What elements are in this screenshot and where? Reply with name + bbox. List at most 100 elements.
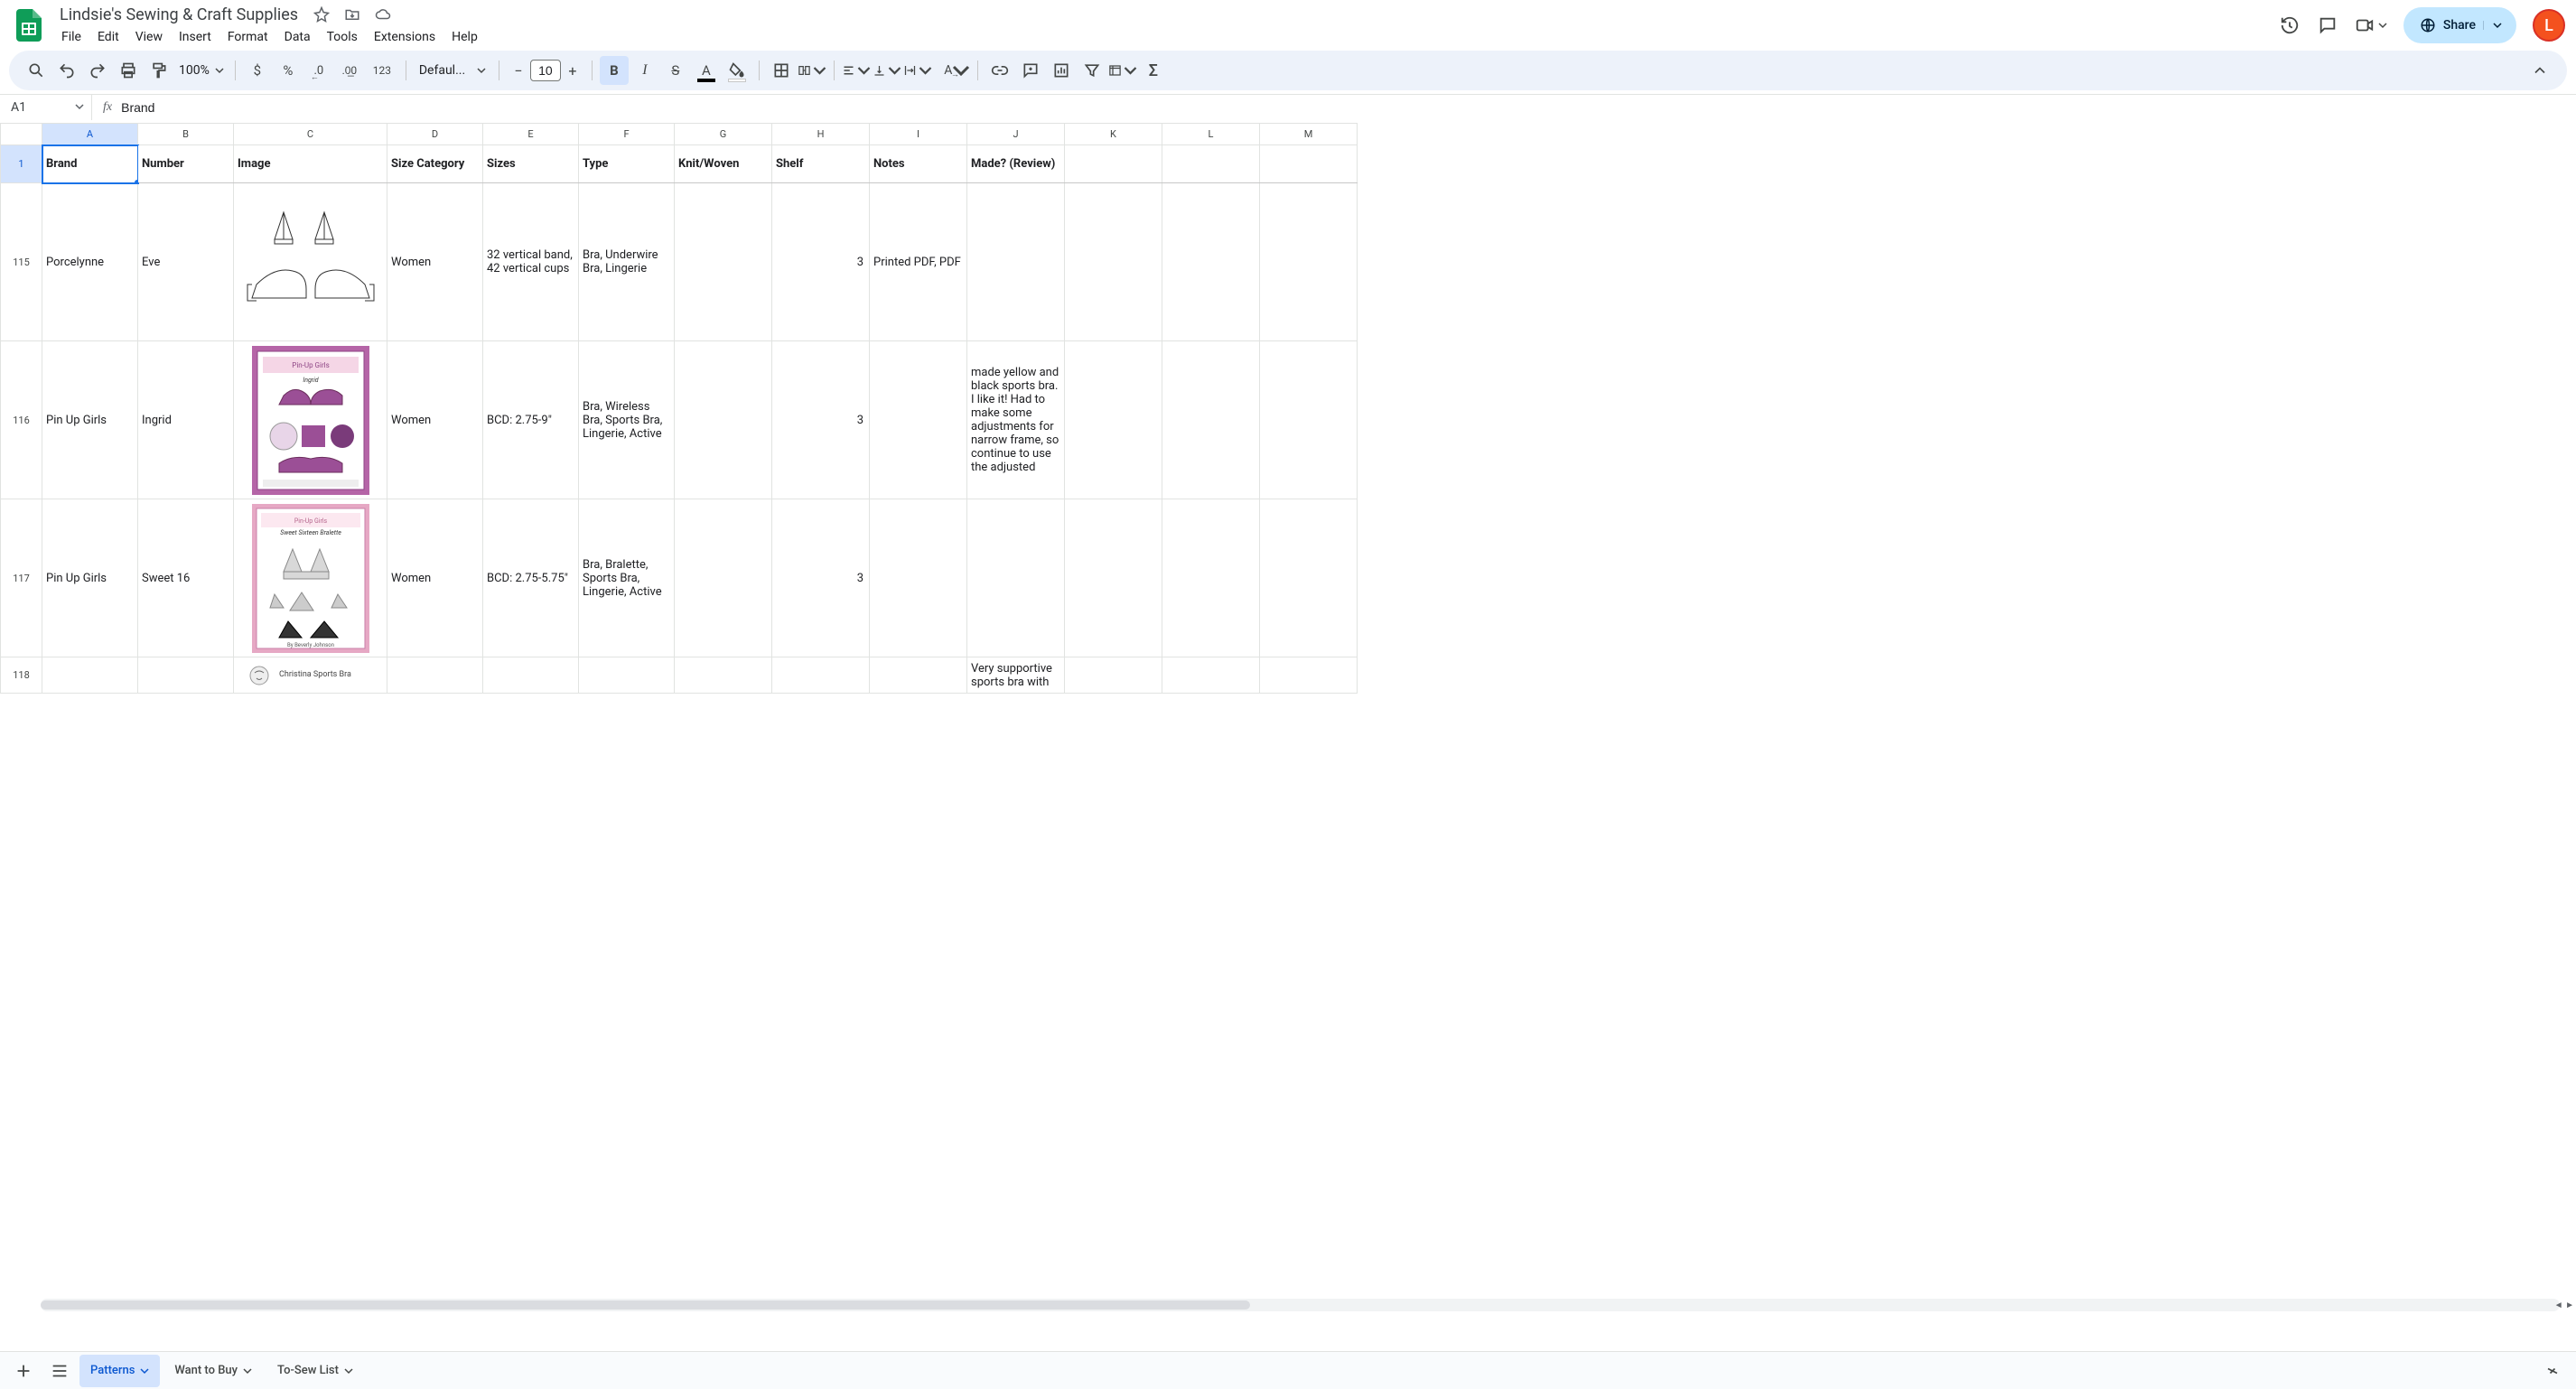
- cell-G117[interactable]: [675, 499, 772, 657]
- column-header-I[interactable]: I: [870, 124, 967, 145]
- collapse-toolbar-icon[interactable]: [2525, 56, 2554, 85]
- increase-font-button[interactable]: +: [561, 56, 584, 85]
- cell-E118[interactable]: [483, 657, 579, 694]
- cell-F117[interactable]: Bra, Bralette, Sports Bra, Lingerie, Act…: [579, 499, 675, 657]
- cell-J116[interactable]: made yellow and black sports bra. I like…: [967, 341, 1065, 499]
- cell-L1[interactable]: [1162, 145, 1260, 183]
- cell-K116[interactable]: [1065, 341, 1162, 499]
- redo-icon[interactable]: [83, 56, 112, 85]
- cell-L118[interactable]: [1162, 657, 1260, 694]
- menu-format[interactable]: Format: [220, 26, 275, 48]
- cell-H117[interactable]: 3: [772, 499, 870, 657]
- cell-B117[interactable]: Sweet 16: [138, 499, 234, 657]
- row-header-1[interactable]: 1: [1, 145, 42, 183]
- fill-color-button[interactable]: [723, 56, 751, 85]
- cell-K1[interactable]: [1065, 145, 1162, 183]
- meet-button[interactable]: [2355, 15, 2387, 35]
- account-avatar[interactable]: L: [2533, 9, 2565, 42]
- spreadsheet-grid[interactable]: ABCDEFGHIJKLM1BrandNumberImageSize Categ…: [0, 123, 2576, 1351]
- cloud-status-icon[interactable]: [372, 4, 394, 25]
- cell-E117[interactable]: BCD: 2.75-5.75": [483, 499, 579, 657]
- cell-C1[interactable]: Image: [234, 145, 387, 183]
- cell-G116[interactable]: [675, 341, 772, 499]
- borders-button[interactable]: [767, 56, 796, 85]
- insert-comment-button[interactable]: [1016, 56, 1045, 85]
- cell-L115[interactable]: [1162, 183, 1260, 341]
- cell-M115[interactable]: [1260, 183, 1358, 341]
- cell-G118[interactable]: [675, 657, 772, 694]
- cell-E116[interactable]: BCD: 2.75-9": [483, 341, 579, 499]
- cell-C118[interactable]: Christina Sports Bra: [234, 657, 387, 694]
- column-header-B[interactable]: B: [138, 124, 234, 145]
- column-header-M[interactable]: M: [1260, 124, 1358, 145]
- column-header-E[interactable]: E: [483, 124, 579, 145]
- cell-F1[interactable]: Type: [579, 145, 675, 183]
- cell-G115[interactable]: [675, 183, 772, 341]
- cell-H118[interactable]: [772, 657, 870, 694]
- italic-button[interactable]: I: [630, 56, 659, 85]
- cell-I1[interactable]: Notes: [870, 145, 967, 183]
- cell-M118[interactable]: [1260, 657, 1358, 694]
- horizontal-scrollbar[interactable]: [41, 1299, 2560, 1311]
- cell-A116[interactable]: Pin Up Girls: [42, 341, 138, 499]
- row-header-116[interactable]: 116: [1, 341, 42, 499]
- row-header-118[interactable]: 118: [1, 657, 42, 694]
- cell-K117[interactable]: [1065, 499, 1162, 657]
- select-all-corner[interactable]: [1, 124, 42, 145]
- cell-E115[interactable]: 32 vertical band, 42 vertical cups: [483, 183, 579, 341]
- column-header-K[interactable]: K: [1065, 124, 1162, 145]
- menu-tools[interactable]: Tools: [320, 26, 365, 48]
- cell-M117[interactable]: [1260, 499, 1358, 657]
- cell-D116[interactable]: Women: [387, 341, 483, 499]
- menu-help[interactable]: Help: [444, 26, 485, 48]
- column-header-G[interactable]: G: [675, 124, 772, 145]
- comments-icon[interactable]: [2317, 14, 2338, 36]
- star-icon[interactable]: [311, 4, 332, 25]
- cell-G1[interactable]: Knit/Woven: [675, 145, 772, 183]
- cell-H115[interactable]: 3: [772, 183, 870, 341]
- cell-C115[interactable]: [234, 183, 387, 341]
- cell-J118[interactable]: Very supportive sports bra with: [967, 657, 1065, 694]
- add-sheet-button[interactable]: [7, 1355, 40, 1387]
- merge-cells-button[interactable]: [798, 56, 826, 85]
- cell-B116[interactable]: Ingrid: [138, 341, 234, 499]
- cell-K118[interactable]: [1065, 657, 1162, 694]
- decrease-font-button[interactable]: −: [507, 56, 530, 85]
- cell-J115[interactable]: [967, 183, 1065, 341]
- sheet-tab-patterns[interactable]: Patterns: [79, 1355, 160, 1387]
- font-size-input[interactable]: [530, 60, 561, 81]
- name-box[interactable]: A1: [4, 95, 92, 120]
- cell-C116[interactable]: Pin-Up Girls Ingrid: [234, 341, 387, 499]
- cell-K115[interactable]: [1065, 183, 1162, 341]
- formula-input[interactable]: [121, 100, 2576, 115]
- column-header-C[interactable]: C: [234, 124, 387, 145]
- cell-I118[interactable]: [870, 657, 967, 694]
- percent-format-button[interactable]: %: [274, 56, 303, 85]
- cell-D118[interactable]: [387, 657, 483, 694]
- row-header-117[interactable]: 117: [1, 499, 42, 657]
- cell-J1[interactable]: Made? (Review): [967, 145, 1065, 183]
- cell-F116[interactable]: Bra, Wireless Bra, Sports Bra, Lingerie,…: [579, 341, 675, 499]
- menu-extensions[interactable]: Extensions: [367, 26, 443, 48]
- filter-views-button[interactable]: [1108, 56, 1137, 85]
- decrease-decimal-button[interactable]: .0←: [304, 56, 333, 85]
- cell-A1[interactable]: Brand: [42, 145, 138, 183]
- cell-D117[interactable]: Women: [387, 499, 483, 657]
- cell-C117[interactable]: Pin-Up Girls Sweet Sixteen Bralette By B…: [234, 499, 387, 657]
- cell-A117[interactable]: Pin Up Girls: [42, 499, 138, 657]
- scroll-arrows[interactable]: ◄ ►: [2553, 1299, 2576, 1311]
- bold-button[interactable]: B: [600, 56, 629, 85]
- sheet-tab-to-sew-list[interactable]: To-Sew List: [266, 1355, 364, 1387]
- cell-F118[interactable]: [579, 657, 675, 694]
- print-icon[interactable]: [114, 56, 143, 85]
- cell-I115[interactable]: Printed PDF, PDF: [870, 183, 967, 341]
- cell-L117[interactable]: [1162, 499, 1260, 657]
- cell-H1[interactable]: Shelf: [772, 145, 870, 183]
- cell-A115[interactable]: Porcelynne: [42, 183, 138, 341]
- filter-button[interactable]: [1078, 56, 1106, 85]
- row-header-115[interactable]: 115: [1, 183, 42, 341]
- column-header-J[interactable]: J: [967, 124, 1065, 145]
- zoom-select[interactable]: 100%: [175, 63, 228, 78]
- cell-J117[interactable]: [967, 499, 1065, 657]
- text-rotation-button[interactable]: A→: [934, 56, 963, 85]
